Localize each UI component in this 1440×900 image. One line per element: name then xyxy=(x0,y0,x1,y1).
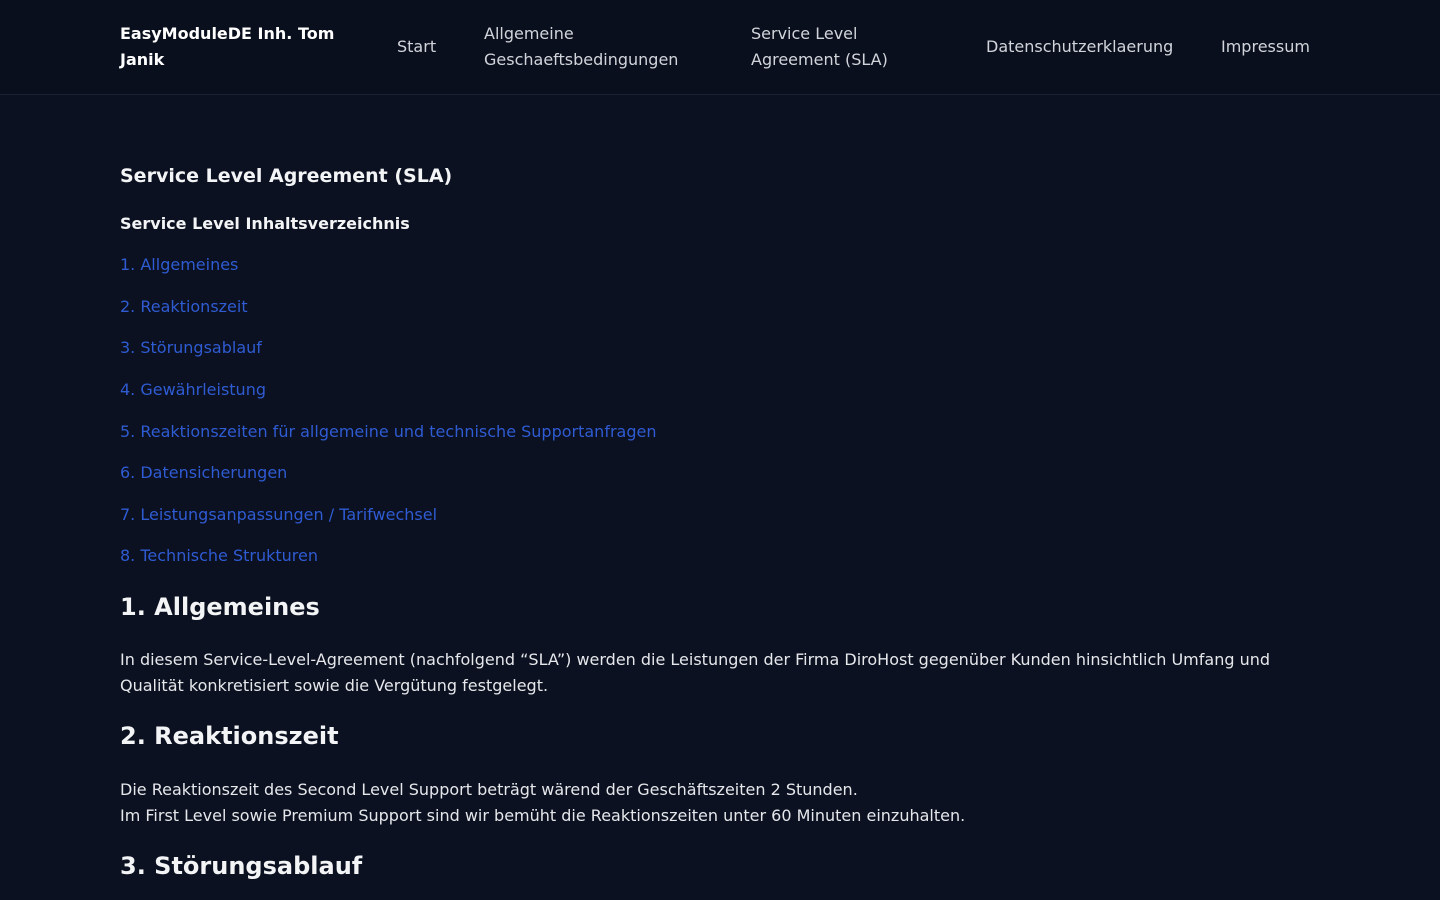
toc-link-leistungsanpassungen[interactable]: 7. Leistungsanpassungen / Tarifwechsel xyxy=(120,505,437,525)
section-heading-allgemeines: 1. Allgemeines xyxy=(120,593,320,621)
section-heading-reaktionszeit: 2. Reaktionszeit xyxy=(120,722,339,750)
toc-link-stoerungsablauf[interactable]: 3. Störungsablauf xyxy=(120,338,262,358)
toc-link-reaktionszeiten-support[interactable]: 5. Reaktionszeiten für allgemeine und te… xyxy=(120,422,656,442)
site-header: EasyModuleDE Inh. Tom Janik Start Allgem… xyxy=(0,0,1440,95)
toc-link-reaktionszeit[interactable]: 2. Reaktionszeit xyxy=(120,297,248,317)
reaktionszeit-line-2: Im First Level sowie Premium Support sin… xyxy=(120,805,966,825)
nav-impressum[interactable]: Impressum xyxy=(1221,34,1310,60)
nav-start[interactable]: Start xyxy=(397,34,436,60)
nav-datenschutz[interactable]: Datenschutzerklaerung xyxy=(986,34,1173,60)
toc-link-allgemeines[interactable]: 1. Allgemeines xyxy=(120,255,238,275)
nav-agb[interactable]: Allgemeine Geschaeftsbedingungen xyxy=(484,21,704,73)
section-heading-stoerungsablauf: 3. Störungsablauf xyxy=(120,852,363,880)
page-title: Service Level Agreement (SLA) xyxy=(120,165,453,187)
reaktionszeit-line-1: Die Reaktionszeit des Second Level Suppo… xyxy=(120,780,858,799)
nav-sla[interactable]: Service Level Agreement (SLA) xyxy=(751,21,911,73)
toc-link-technische-strukturen[interactable]: 8. Technische Strukturen xyxy=(120,546,318,566)
toc-link-datensicherungen[interactable]: 6. Datensicherungen xyxy=(120,463,287,483)
toc-title: Service Level Inhaltsverzeichnis xyxy=(120,214,410,233)
brand-name[interactable]: EasyModuleDE Inh. Tom Janik xyxy=(120,21,360,73)
section-text-reaktionszeit: Die Reaktionszeit des Second Level Suppo… xyxy=(120,777,1290,828)
section-text-allgemeines: In diesem Service-Level-Agreement (nachf… xyxy=(120,650,1271,695)
toc-link-gewaehrleistung[interactable]: 4. Gewährleistung xyxy=(120,380,266,400)
